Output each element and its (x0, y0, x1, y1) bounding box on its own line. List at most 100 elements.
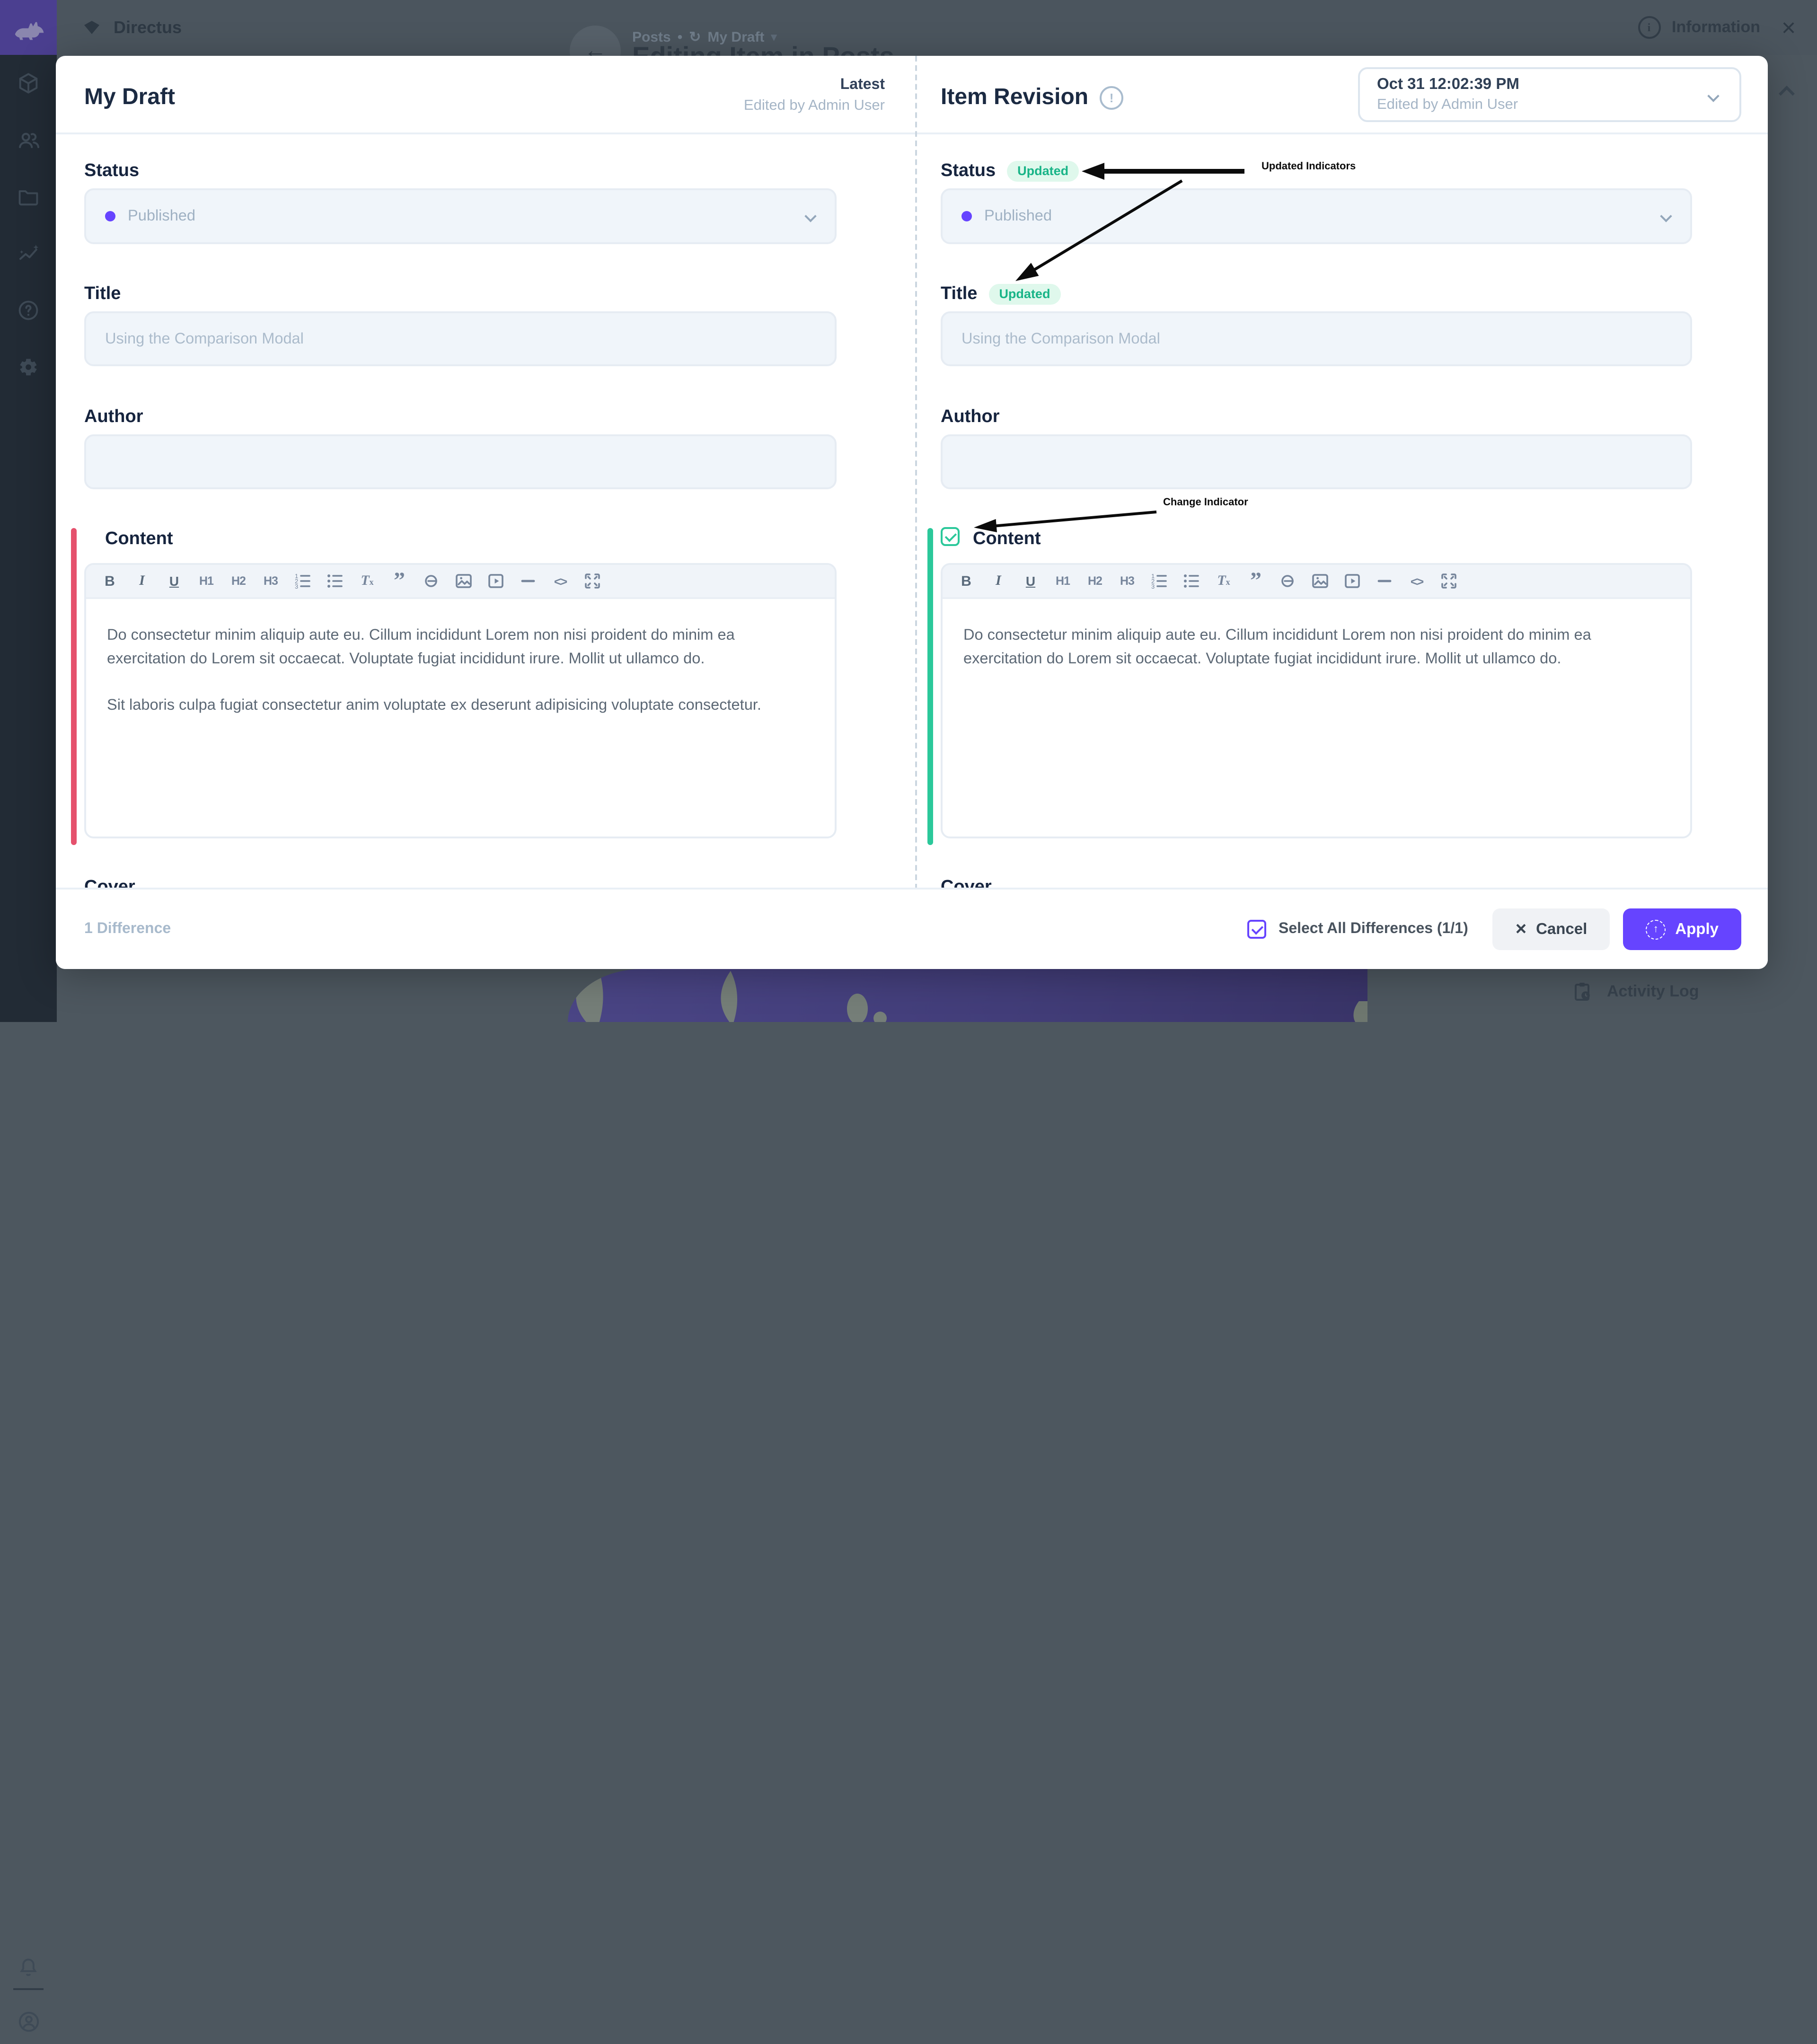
users-icon[interactable] (0, 112, 57, 168)
insights-icon[interactable] (0, 225, 57, 282)
content-change-checkbox[interactable] (941, 527, 960, 546)
editor-toolbar: BIU H1 H2 H3 123 Tx ” <> (943, 565, 1690, 599)
info-sidebar-toggle[interactable]: i Information (1638, 0, 1760, 55)
revision-select[interactable]: Oct 31 12:02:39 PM Edited by Admin User (1358, 67, 1741, 122)
italic-icon[interactable]: I (988, 571, 1009, 591)
sidebar-divider (13, 1988, 44, 1990)
annotation-updated-indicators: Updated Indicators (1261, 161, 1356, 172)
status-dot-icon (961, 211, 972, 221)
quote-icon[interactable]: ” (1245, 571, 1266, 591)
clear-format-icon[interactable]: Tx (1213, 571, 1234, 591)
project-switcher[interactable]: Directus (81, 0, 182, 55)
horizontal-rule-icon[interactable] (518, 571, 538, 591)
info-icon: i (1638, 16, 1660, 39)
h2-icon[interactable]: H2 (228, 571, 249, 591)
quote-icon[interactable]: ” (389, 571, 410, 591)
chevron-down-icon (1709, 92, 1719, 101)
h1-icon[interactable]: H1 (1052, 571, 1073, 591)
close-drawer-button[interactable]: × (1772, 0, 1806, 55)
difference-count: 1 Difference (84, 890, 171, 969)
video-icon[interactable] (485, 571, 506, 591)
chevron-down-icon (806, 211, 816, 221)
code-icon[interactable]: <> (550, 571, 571, 591)
bold-icon[interactable]: B (956, 571, 977, 591)
apply-button[interactable]: ↑ Apply (1623, 908, 1741, 950)
status-select-left[interactable]: Published (84, 188, 837, 244)
bullet-list-icon[interactable] (1181, 571, 1202, 591)
author-label-left: Author (84, 406, 143, 429)
activity-log-item[interactable]: Activity Log (1571, 980, 1699, 1003)
italic-icon[interactable]: I (132, 571, 152, 591)
user-avatar[interactable] (0, 1993, 57, 2044)
horizontal-rule-icon[interactable] (1374, 571, 1395, 591)
content-editor-right[interactable]: BIU H1 H2 H3 123 Tx ” <> Do consectetur minim a… (941, 563, 1692, 838)
modal-footer: 1 Difference Select All Differences (1/1… (56, 888, 1768, 969)
underline-icon[interactable]: U (164, 571, 185, 591)
numbered-list-icon[interactable]: 123 (292, 571, 313, 591)
directus-logo[interactable] (0, 0, 57, 55)
editor-toolbar: BIU H1 H2 H3 123 Tx ” <> (86, 565, 835, 599)
editor-text-right[interactable]: Do consectetur minim aliquip aute eu. Ci… (943, 599, 1690, 696)
h2-icon[interactable]: H2 (1085, 571, 1105, 591)
folder-icon[interactable] (0, 168, 57, 225)
h3-icon[interactable]: H3 (260, 571, 281, 591)
status-updated-badge: Updated (1007, 161, 1079, 182)
module-bar (0, 0, 57, 1022)
clear-format-icon[interactable]: Tx (357, 571, 378, 591)
h3-icon[interactable]: H3 (1117, 571, 1138, 591)
title-input-right[interactable]: Using the Comparison Modal (941, 311, 1692, 366)
select-all-checkbox[interactable] (1247, 920, 1266, 939)
content-paragraph: Sit laboris culpa fugiat consectetur ani… (107, 694, 814, 717)
chevron-down-icon (1662, 211, 1671, 221)
activity-log-label: Activity Log (1607, 982, 1699, 1001)
svg-text:3: 3 (295, 583, 298, 590)
apply-commit-icon: ↑ (1646, 919, 1666, 939)
code-icon[interactable]: <> (1406, 571, 1427, 591)
image-icon[interactable] (1310, 571, 1331, 591)
cancel-x-icon: × (1516, 920, 1526, 939)
underline-icon[interactable]: U (1020, 571, 1041, 591)
help-icon[interactable] (0, 282, 57, 339)
bullet-list-icon[interactable] (325, 571, 345, 591)
title-input-left[interactable]: Using the Comparison Modal (84, 311, 837, 366)
project-name: Directus (114, 18, 182, 37)
author-input-left[interactable] (84, 434, 837, 489)
title-updated-badge: Updated (988, 284, 1060, 305)
collapse-sidebar-chevron-icon[interactable] (1781, 85, 1792, 97)
added-change-bar (927, 528, 933, 845)
content-label-left: Content (105, 528, 173, 551)
link-icon[interactable] (421, 571, 442, 591)
version-label: Latest (744, 77, 885, 94)
left-version-meta: Latest Edited by Admin User (744, 77, 885, 115)
modal-body: Status Status Updated Published Publishe… (56, 132, 1768, 890)
editor-text-left[interactable]: Do consectetur minim aliquip aute eu. Ci… (86, 599, 835, 742)
status-dot-icon (105, 211, 115, 221)
svg-text:3: 3 (1151, 583, 1155, 590)
left-edited-by: Edited by Admin User (744, 97, 885, 115)
title-label-right: Title Updated (941, 283, 1060, 306)
status-select-right[interactable]: Published (941, 188, 1692, 244)
cube-icon[interactable] (0, 55, 57, 112)
gear-icon[interactable] (0, 339, 57, 396)
fullscreen-icon[interactable] (1438, 571, 1459, 591)
h1-icon[interactable]: H1 (196, 571, 217, 591)
cancel-button[interactable]: × Cancel (1493, 908, 1610, 950)
module-list (0, 55, 57, 396)
content-paragraph: Do consectetur minim aliquip aute eu. Ci… (107, 624, 814, 671)
content-label-right: Content (973, 528, 1041, 551)
status-label-right: Status Updated (941, 160, 1079, 183)
revision-info-icon[interactable]: ! (1100, 86, 1123, 109)
content-editor-left[interactable]: BIU H1 H2 H3 123 Tx ” <> Do consectetur minim a… (84, 563, 837, 838)
select-all-differences[interactable]: Select All Differences (1/1) (1247, 920, 1468, 939)
numbered-list-icon[interactable]: 123 (1149, 571, 1170, 591)
author-label-right: Author (941, 406, 1000, 429)
comparison-modal: My Draft Latest Edited by Admin User Ite… (56, 56, 1768, 969)
author-input-right[interactable] (941, 434, 1692, 489)
right-panel-title: Item Revision ! (941, 84, 1123, 111)
video-icon[interactable] (1342, 571, 1363, 591)
bold-icon[interactable]: B (99, 571, 120, 591)
link-icon[interactable] (1278, 571, 1298, 591)
fullscreen-icon[interactable] (582, 571, 603, 591)
screen: ← Posts • ↻ My Draft ▾ Editing Item in P… (0, 0, 1817, 1022)
image-icon[interactable] (453, 571, 474, 591)
